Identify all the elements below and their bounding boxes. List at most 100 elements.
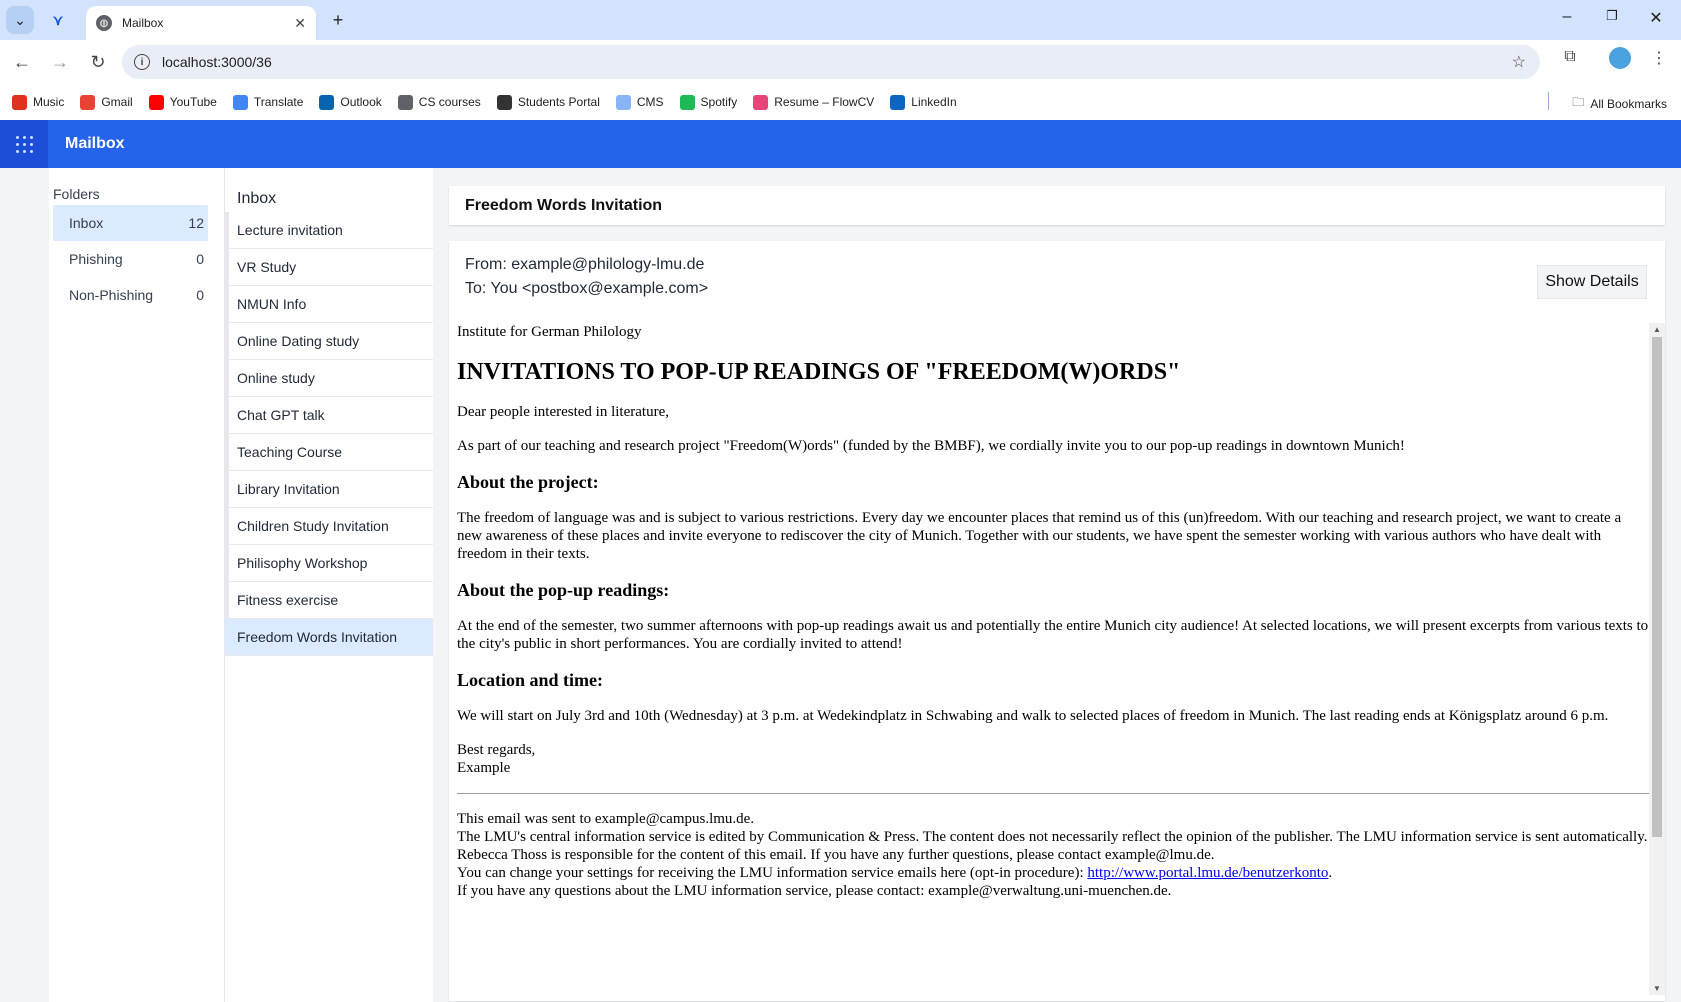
email-subject: Freedom Words Invitation (449, 186, 1665, 225)
email-scrollbar[interactable]: ▲ ▼ (1649, 323, 1665, 995)
email-from: From: example@philology-lmu.de (465, 256, 705, 273)
bookmark-favicon-icon (496, 94, 512, 110)
url-text: localhost:3000/36 (162, 54, 272, 70)
main-area: Folders Inbox 12 Phishing 0 Non-Phishing… (0, 168, 1681, 1002)
mail-item[interactable]: NMUN Info (225, 286, 433, 323)
mail-item[interactable]: Online study (225, 360, 433, 397)
close-window-icon[interactable]: ✕ (1636, 8, 1676, 28)
bookmark-item[interactable]: CMS (615, 94, 664, 110)
forward-icon[interactable]: → (44, 46, 76, 78)
email-footer: This email was sent to example@campus.lm… (457, 810, 1649, 900)
menu-kebab-icon[interactable]: ⋮ (1645, 48, 1673, 68)
folder-label: Non-Phishing (69, 287, 154, 303)
bookmark-favicon-icon (890, 94, 906, 110)
scroll-up-icon[interactable]: ▲ (1653, 325, 1661, 334)
email-body: Institute for German Philology INVITATIO… (457, 323, 1649, 995)
bookmark-label: Students Portal (517, 95, 600, 109)
account-settings-link[interactable]: http://www.portal.lmu.de/benutzerkonto (1087, 865, 1328, 881)
site-info-icon[interactable]: i (134, 54, 150, 70)
footer-line: Rebecca Thoss is responsible for the con… (457, 847, 1215, 863)
bookmark-label: LinkedIn (911, 95, 957, 109)
section-heading-location: Location and time: (457, 670, 603, 690)
profile-avatar[interactable] (1606, 47, 1634, 74)
email-greeting: Dear people interested in literature, (457, 404, 669, 420)
mail-item[interactable]: Philisophy Workshop (225, 545, 433, 582)
globe-icon: ◍ (96, 15, 112, 31)
restore-icon[interactable]: ❐ (1592, 8, 1632, 24)
all-bookmarks-label: All Bookmarks (1590, 96, 1667, 111)
folders-title: Folders (53, 186, 100, 202)
show-details-button[interactable]: Show Details (1537, 265, 1647, 299)
bookmark-favicon-icon (232, 94, 248, 110)
folder-count: 0 (196, 287, 204, 303)
tab-title: Mailbox (122, 16, 164, 30)
mail-item[interactable]: Teaching Course (225, 434, 433, 471)
bookmark-item[interactable]: CS courses (397, 94, 481, 110)
tab-search-chevron-icon[interactable]: ⌄ (6, 6, 34, 34)
mail-item[interactable]: Fitness exercise (225, 582, 433, 619)
bookmarks-separator (1548, 92, 1549, 110)
mail-item-selected[interactable]: Freedom Words Invitation (225, 619, 433, 656)
bookmark-item[interactable]: Outlook (319, 94, 382, 110)
bookmark-label: CMS (636, 95, 664, 109)
bookmark-item[interactable]: Resume – FlowCV (753, 94, 874, 110)
scroll-down-icon[interactable]: ▼ (1653, 984, 1661, 993)
bookmark-label: Outlook (340, 95, 382, 109)
bookmark-label: Music (33, 95, 65, 109)
footer-line: The LMU's central information service is… (457, 829, 1648, 845)
reload-icon[interactable]: ↻ (82, 46, 114, 78)
bookmark-favicon-icon (397, 94, 413, 110)
footer-line: You can change your settings for receivi… (457, 864, 1649, 882)
section-heading-project: About the project: (457, 472, 599, 492)
email-to: To: You <postbox@example.com> (465, 280, 709, 297)
folder-phishing[interactable]: Phishing 0 (53, 241, 208, 277)
email-heading: INVITATIONS TO POP-UP READINGS OF "FREED… (457, 359, 1181, 385)
footer-text: . (1328, 865, 1333, 881)
bookmark-label: Spotify (700, 95, 738, 109)
address-bar[interactable]: i localhost:3000/36 ☆ (122, 45, 1540, 79)
mail-item[interactable]: Children Study Invitation (225, 508, 433, 545)
extensions-icon[interactable]: ⧉ (1556, 48, 1584, 66)
bookmark-item[interactable]: Music (12, 94, 65, 110)
folder-count: 0 (196, 251, 204, 267)
email-card: From: example@philology-lmu.de To: You <… (449, 241, 1665, 1001)
apps-grid-icon[interactable] (0, 120, 48, 168)
back-icon[interactable]: ← (6, 46, 38, 78)
mail-item[interactable]: VR Study (225, 249, 433, 286)
bookmark-favicon-icon (615, 94, 631, 110)
bookmark-label: CS courses (418, 95, 481, 109)
browser-tab[interactable]: ◍ Mailbox ✕ (86, 6, 316, 40)
new-tab-icon[interactable]: + (324, 6, 352, 34)
email-regards: Best regards, (457, 742, 536, 758)
bookmark-item[interactable]: YouTube (148, 94, 217, 110)
bookmark-item[interactable]: Spotify (679, 94, 738, 110)
bookmark-star-icon[interactable]: ☆ (1512, 52, 1526, 72)
email-institute: Institute for German Philology (457, 324, 642, 340)
bookmark-item[interactable]: Translate (232, 94, 303, 110)
folder-inbox[interactable]: Inbox 12 (53, 205, 208, 241)
mail-item[interactable]: Chat GPT talk (225, 397, 433, 434)
browser-toolbar: ← → ↻ i localhost:3000/36 ☆ ⧉ ⋮ (0, 40, 1681, 84)
minimize-icon[interactable]: – (1547, 8, 1587, 26)
close-tab-icon[interactable]: ✕ (294, 15, 306, 32)
section-heading-readings: About the pop-up readings: (457, 580, 670, 600)
all-bookmarks-button[interactable]: 🗀 All Bookmarks (1572, 93, 1667, 114)
mail-item[interactable]: Library Invitation (225, 471, 433, 508)
bookmark-item[interactable]: Gmail (80, 94, 133, 110)
bookmark-favicon-icon (319, 94, 335, 110)
app-logo-icon[interactable]: ⋎ (44, 6, 72, 34)
bookmark-favicon-icon (12, 94, 27, 110)
bookmark-favicon-icon (80, 94, 96, 110)
footer-text: You can change your settings for receivi… (457, 865, 1088, 881)
mail-item[interactable]: Online Dating study (225, 323, 433, 360)
app-title: Mailbox (65, 135, 125, 152)
bookmark-item[interactable]: Students Portal (496, 94, 600, 110)
folder-count: 12 (188, 215, 204, 231)
scrollbar-thumb[interactable] (1652, 337, 1662, 837)
app-header: Mailbox (0, 120, 1681, 168)
folder-non-phishing[interactable]: Non-Phishing 0 (53, 277, 208, 313)
mail-item[interactable]: Lecture invitation (225, 212, 433, 249)
footer-line: If you have any questions about the LMU … (457, 883, 1172, 899)
folder-icon: 🗀 (1572, 95, 1585, 109)
bookmark-item[interactable]: LinkedIn (890, 94, 957, 110)
